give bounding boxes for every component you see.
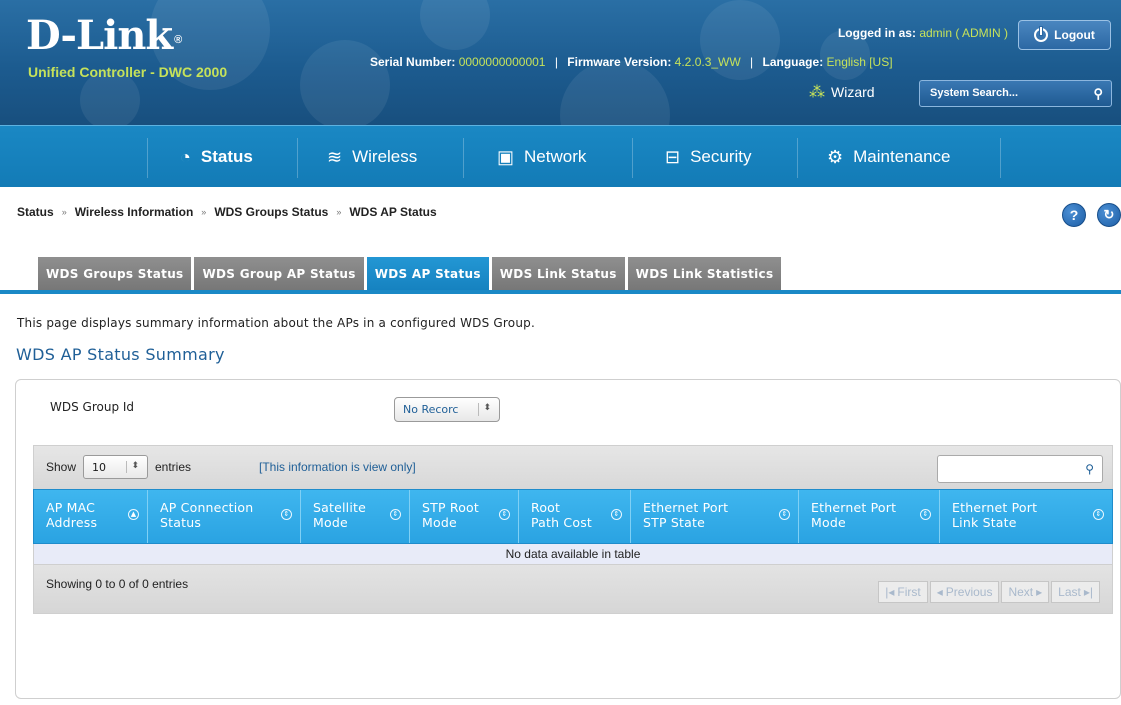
power-icon [1034, 26, 1049, 42]
serial-number: 0000000000001 [458, 55, 546, 69]
nav-status[interactable]: ◔ Status [180, 126, 253, 188]
sort-icon: ⇕ [1093, 509, 1104, 520]
nav-security[interactable]: ⊟ Security [665, 126, 752, 188]
previous-page-icon: ◂ [936, 585, 943, 599]
tab-wds-group-ap-status[interactable]: WDS Group AP Status [194, 257, 364, 290]
language-link[interactable]: English [US] [827, 55, 893, 69]
column-ethernet-port-link-state[interactable]: Ethernet Port Link State ⇕ [940, 490, 1112, 543]
search-icon: ⚲ [1093, 86, 1103, 101]
column-ethernet-port-stp-state[interactable]: Ethernet Port STP State ⇕ [631, 490, 799, 543]
wds-group-id-select[interactable]: No Recorc ⬍ [394, 397, 500, 422]
sort-icon: ⇕ [920, 509, 931, 520]
tab-wds-ap-status[interactable]: WDS AP Status [366, 257, 489, 290]
nav-maintenance[interactable]: ⚙ Maintenance [827, 126, 950, 188]
table-header: AP MAC Address ▲ AP Connection Status ⇕ Sa… [33, 489, 1113, 544]
table-toolbar: Show 10 ⬍ entries [This information is v… [33, 445, 1113, 489]
empty-table-message: No data available in table [33, 544, 1113, 564]
refresh-icon[interactable]: ↻ [1097, 203, 1121, 227]
column-ethernet-port-mode[interactable]: Ethernet Port Mode ⇕ [799, 490, 940, 543]
breadcrumb-wds-groups-status[interactable]: WDS Groups Status [214, 205, 328, 219]
logged-in-user: admin ( ADMIN ) [919, 26, 1008, 40]
section-title: WDS AP Status Summary [16, 345, 225, 364]
sort-icon: ⇕ [499, 509, 510, 520]
select-arrows-icon: ⬍ [478, 403, 491, 416]
system-search-input[interactable]: System Search... ⚲ [919, 80, 1112, 107]
wifi-icon: ≋ [327, 146, 343, 167]
wizard-link[interactable]: ⁂ Wizard [809, 82, 875, 102]
sort-icon: ⇕ [611, 509, 622, 520]
view-only-note: [This information is view only] [259, 460, 416, 474]
lock-icon: ⊟ [665, 146, 681, 167]
select-arrows-icon: ⬍ [126, 461, 139, 473]
column-stp-root-mode[interactable]: STP Root Mode ⇕ [410, 490, 519, 543]
search-icon: ⚲ [1085, 462, 1094, 476]
breadcrumb-wds-ap-status: WDS AP Status [349, 205, 437, 219]
breadcrumb-separator: » [336, 207, 342, 217]
logout-button[interactable]: Logout [1018, 20, 1111, 50]
table-footer: Showing 0 to 0 of 0 entries |◂ First ◂ Pre… [33, 564, 1113, 614]
breadcrumb-separator: » [201, 207, 207, 217]
next-page-button[interactable]: Next ▸ [1001, 581, 1050, 603]
last-page-button[interactable]: Last ▸| [1051, 581, 1100, 603]
page-description: This page displays summary information a… [17, 316, 535, 330]
nav-network[interactable]: ▣ Network [497, 126, 586, 188]
dlink-logo: D-Link ® [26, 12, 182, 59]
main-nav: ◔ Status ≋ Wireless ▣ Network ⊟ Security… [0, 125, 1121, 187]
firmware-version: 4.2.0.3_WW [674, 55, 741, 69]
column-ap-mac-address[interactable]: AP MAC Address ▲ [34, 490, 148, 543]
sort-icon: ⇕ [779, 509, 790, 520]
magic-wand-icon: ⁂ [809, 84, 825, 101]
wds-group-id-label: WDS Group Id [50, 400, 135, 414]
tab-wds-link-statistics[interactable]: WDS Link Statistics [627, 257, 782, 290]
last-page-icon: ▸| [1083, 585, 1093, 599]
sort-icon: ⇕ [281, 509, 292, 520]
show-label: Show [46, 460, 77, 474]
breadcrumb-separator: » [61, 207, 67, 217]
column-satellite-mode[interactable]: Satellite Mode ⇕ [301, 490, 410, 543]
column-root-path-cost[interactable]: Root Path Cost ⇕ [519, 490, 631, 543]
sort-icon: ▲ [128, 509, 139, 520]
monitor-icon: ▣ [497, 146, 515, 167]
table-search-input[interactable]: ⚲ [937, 455, 1103, 483]
entries-per-page-select[interactable]: 10 ⬍ [83, 455, 148, 479]
first-page-button[interactable]: |◂ First [878, 581, 928, 603]
login-info: Logged in as: admin ( ADMIN ) [837, 26, 1008, 40]
breadcrumb: Status » Wireless Information » WDS Grou… [17, 205, 437, 219]
tab-wds-groups-status[interactable]: WDS Groups Status [38, 257, 192, 290]
sort-icon: ⇕ [390, 509, 401, 520]
next-page-icon: ▸ [1036, 585, 1043, 599]
column-ap-connection-status[interactable]: AP Connection Status ⇕ [148, 490, 301, 543]
product-subtitle: Unified Controller - DWC 2000 [28, 64, 228, 80]
tab-wds-link-status[interactable]: WDS Link Status [491, 257, 625, 290]
tab-bar: WDS Groups Status WDS Group AP Status WD… [38, 257, 782, 290]
device-info: Serial Number: 0000000000001 | Firmware … [370, 55, 893, 69]
breadcrumb-status[interactable]: Status [17, 205, 54, 219]
entries-label: entries [155, 460, 192, 474]
help-icon[interactable]: ? [1062, 203, 1086, 227]
breadcrumb-wireless-information[interactable]: Wireless Information [75, 205, 194, 219]
showing-entries-text: Showing 0 to 0 of 0 entries [46, 577, 189, 591]
previous-page-button[interactable]: ◂ Previous [929, 581, 1000, 603]
app-header: D-Link ® Unified Controller - DWC 2000 Lo… [0, 0, 1121, 125]
pagination: |◂ First ◂ Previous Next ▸ Last ▸| [878, 581, 1100, 603]
gears-icon: ⚙ [827, 146, 844, 167]
first-page-icon: |◂ [885, 585, 895, 599]
nav-wireless[interactable]: ≋ Wireless [327, 126, 417, 188]
tab-underline [0, 290, 1121, 294]
dashboard-icon: ◔ [180, 146, 191, 167]
